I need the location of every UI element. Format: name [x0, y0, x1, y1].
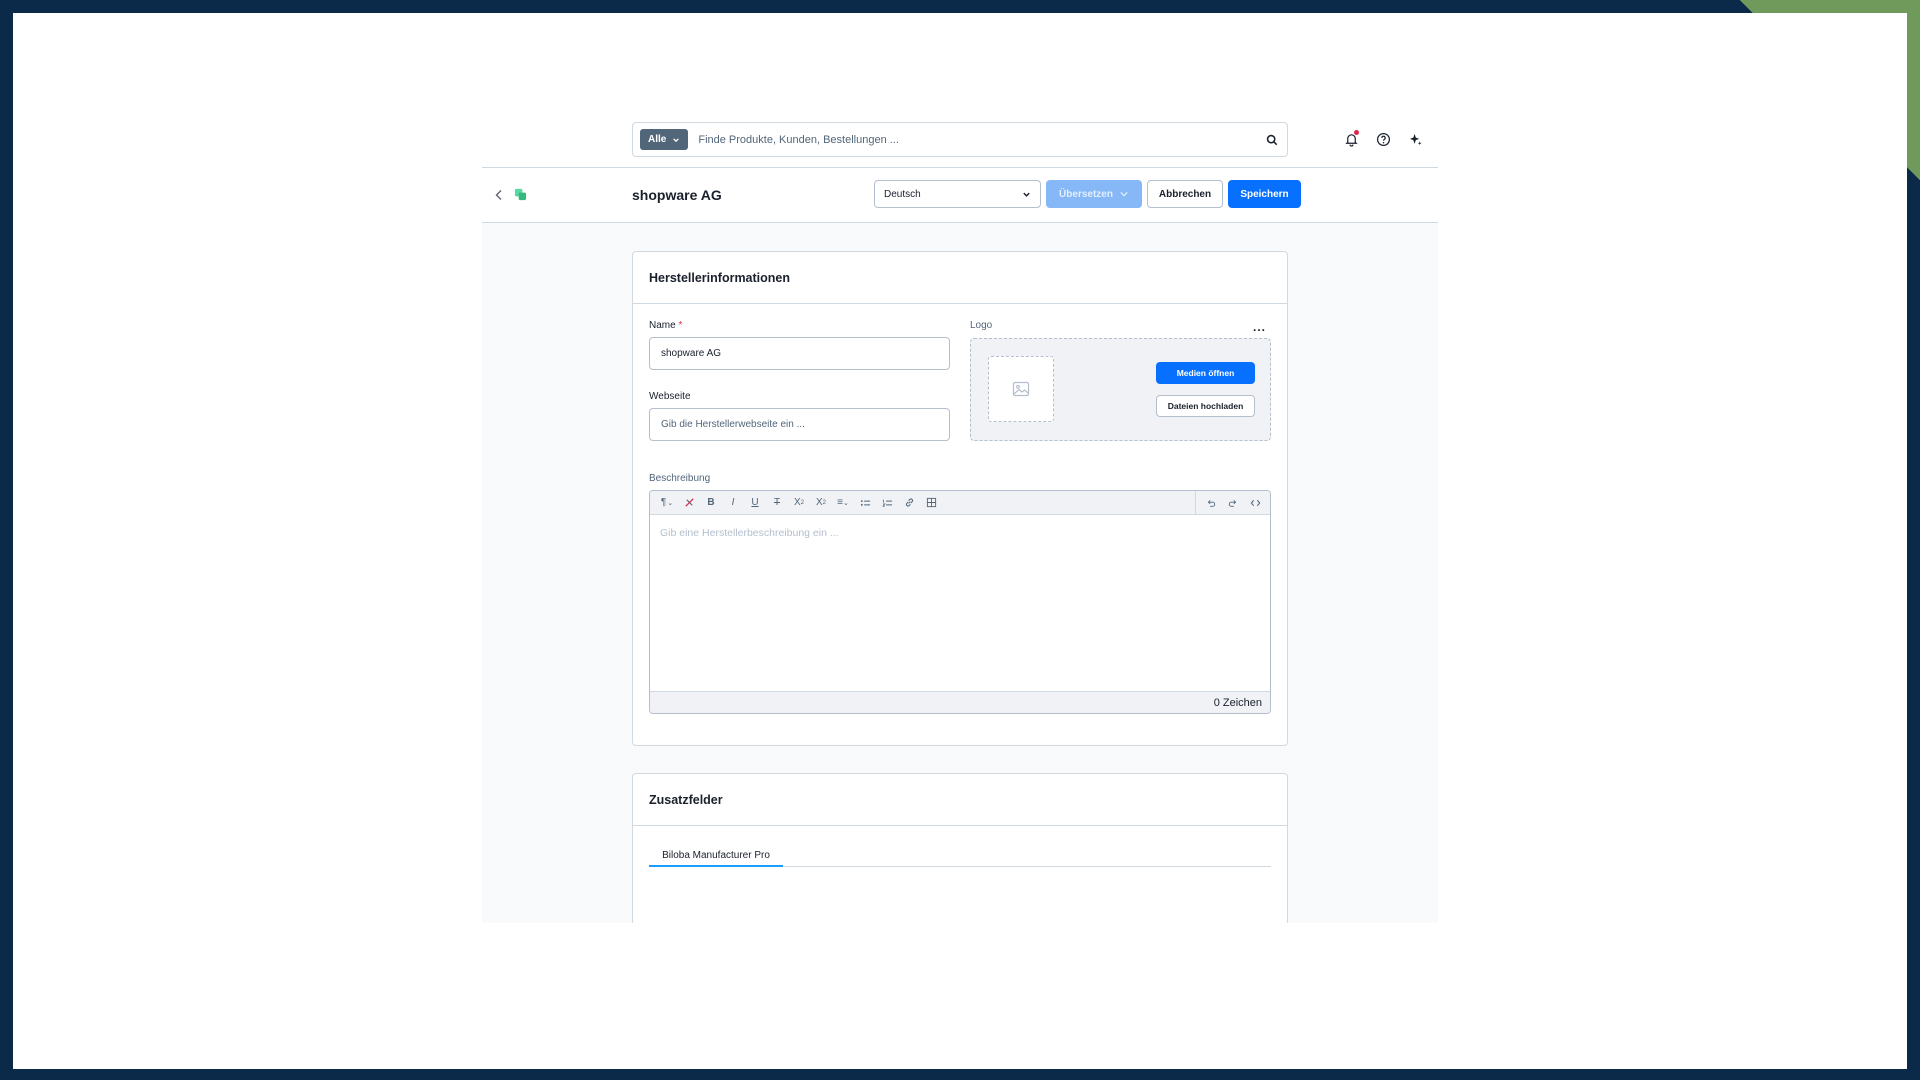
chevron-down-icon — [1023, 192, 1030, 197]
editor-toolbar-right — [1195, 491, 1270, 514]
chevron-down-icon — [673, 137, 680, 142]
unordered-list-icon[interactable] — [854, 492, 876, 514]
logo-label: Logo — [970, 320, 993, 331]
logo-context-menu[interactable]: ... — [1253, 320, 1266, 334]
tab-biloba-manufacturer-pro[interactable]: Biloba Manufacturer Pro — [649, 845, 783, 867]
open-media-button[interactable]: Medien öffnen — [1156, 362, 1255, 384]
save-button[interactable]: Speichern — [1228, 180, 1301, 208]
logo-preview — [988, 356, 1054, 422]
superscript-icon[interactable]: X2 — [788, 492, 810, 514]
translate-button[interactable]: Übersetzen — [1046, 180, 1142, 208]
upload-files-button[interactable]: Dateien hochladen — [1156, 395, 1255, 417]
redo-icon[interactable] — [1222, 492, 1244, 514]
top-bar: Alle — [482, 108, 1438, 168]
website-input[interactable] — [649, 408, 950, 441]
back-arrow-icon[interactable] — [494, 189, 504, 201]
description-label: Beschreibung — [649, 473, 711, 484]
manufacturer-info-card: Herstellerinformationen Name * Webseite … — [632, 251, 1288, 746]
table-icon[interactable] — [920, 492, 942, 514]
strikethrough-icon[interactable]: T — [766, 492, 788, 514]
custom-fields-card: Zusatzfelder Biloba Manufacturer Pro — [632, 773, 1288, 923]
editor-toolbar: ¶ ⌄ B I U T X2 X2 ≡ ⌄ — [650, 491, 1270, 515]
website-label: Webseite — [649, 391, 691, 402]
cancel-button[interactable]: Abbrechen — [1147, 180, 1223, 208]
search-icon[interactable] — [1257, 134, 1287, 146]
required-mark: * — [678, 320, 683, 331]
undo-icon[interactable] — [1200, 492, 1222, 514]
canvas: Alle Finde Produkte, Kunden, Bestellunge… — [13, 13, 1907, 1069]
italic-icon[interactable]: I — [722, 492, 744, 514]
code-view-icon[interactable] — [1244, 492, 1266, 514]
top-icons — [1342, 130, 1424, 148]
paragraph-format-icon[interactable]: ¶ ⌄ — [656, 492, 678, 514]
remove-format-icon[interactable] — [678, 492, 700, 514]
global-search: Alle — [632, 122, 1288, 157]
search-type-label: Alle — [648, 134, 667, 145]
character-count: 0 Zeichen — [1213, 696, 1262, 709]
text-editor: ¶ ⌄ B I U T X2 X2 ≡ ⌄ Gib eine Herstelle… — [649, 490, 1271, 714]
card-title: Zusatzfelder — [633, 774, 1287, 826]
smartbar-navigation — [494, 188, 527, 201]
chevron-down-icon — [1120, 191, 1128, 197]
name-label-text: Name — [649, 320, 676, 331]
editor-footer: 0 Zeichen — [650, 691, 1270, 713]
ordered-list-icon[interactable] — [876, 492, 898, 514]
language-select[interactable]: Deutsch — [874, 180, 1041, 208]
subscript-icon[interactable]: X2 — [810, 492, 832, 514]
language-select-value: Deutsch — [884, 188, 921, 200]
custom-fields-tabs: Biloba Manufacturer Pro — [649, 845, 1271, 867]
bell-icon[interactable] — [1342, 130, 1360, 148]
search-input[interactable] — [698, 123, 1257, 156]
smart-bar: shopware AG Deutsch Übersetzen Abbrechen… — [482, 168, 1438, 223]
search-type-select[interactable]: Alle — [640, 129, 689, 150]
sparkle-icon[interactable] — [1406, 130, 1424, 148]
notification-dot — [1354, 130, 1359, 135]
link-icon[interactable] — [898, 492, 920, 514]
translate-button-label: Übersetzen — [1059, 188, 1113, 200]
card-title: Herstellerinformationen — [633, 252, 1287, 304]
text-align-icon[interactable]: ≡ ⌄ — [832, 492, 854, 514]
name-label: Name * — [649, 320, 682, 331]
admin-app: Alle Finde Produkte, Kunden, Bestellunge… — [482, 108, 1438, 923]
logo-upload-area[interactable]: Medien öffnen Dateien hochladen — [970, 338, 1271, 441]
help-icon[interactable] — [1374, 130, 1392, 148]
manufacturer-module-icon — [514, 188, 527, 201]
underline-icon[interactable]: U — [744, 492, 766, 514]
bold-icon[interactable]: B — [700, 492, 722, 514]
page-title: shopware AG — [632, 187, 722, 203]
name-input[interactable] — [649, 337, 950, 370]
image-placeholder-icon — [1012, 381, 1030, 397]
description-editor-content[interactable]: Gib eine Herstellerbeschreibung ein ... — [650, 515, 1270, 691]
